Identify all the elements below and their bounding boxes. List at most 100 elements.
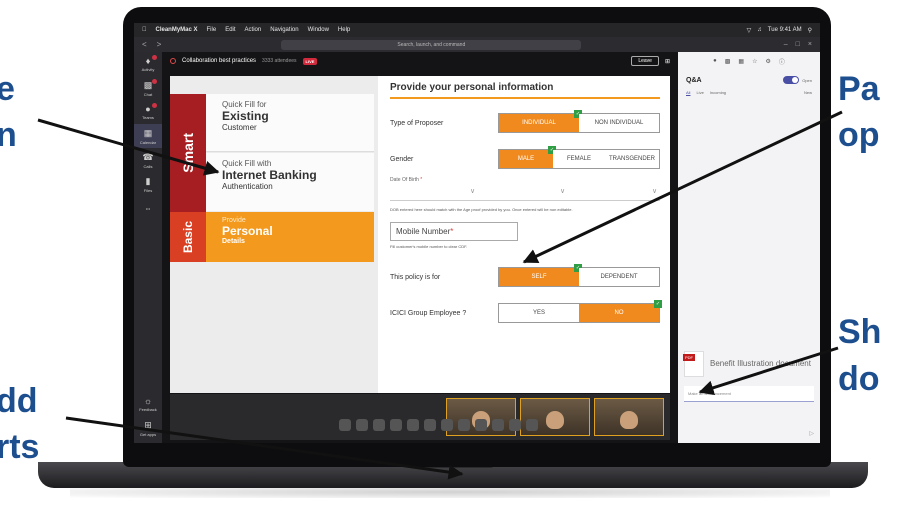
leave-button[interactable]: Leave: [631, 56, 659, 66]
rail-label: Calendar: [139, 139, 157, 145]
app-rail: ♦ Activity ▩ Chat ● Teams ▦ Calendar ☎ Calls …: [134, 52, 162, 443]
dock-app-icon[interactable]: [491, 419, 504, 431]
smart-strip: Smart: [170, 94, 206, 212]
spotlight-icon[interactable]: ⚲: [808, 27, 812, 34]
back-button[interactable]: <: [142, 40, 147, 49]
forward-button[interactable]: >: [157, 40, 162, 49]
minimize-button[interactable]: –: [784, 41, 788, 48]
provide-small: Provide: [222, 217, 246, 224]
new-button[interactable]: New: [804, 90, 812, 95]
employee-toggle: YES NO: [498, 300, 662, 323]
menu-help[interactable]: Help: [338, 27, 350, 33]
date-of-birth-field[interactable]: Date Of Birth * ∨ ∨ ∨: [390, 177, 660, 201]
menu-action[interactable]: Action: [245, 27, 262, 33]
info-icon[interactable]: ⓘ: [779, 57, 785, 66]
qa-open-toggle[interactable]: [783, 76, 800, 84]
notification-badge: [152, 79, 157, 84]
notification-badge: [152, 55, 157, 60]
wifi-icon[interactable]: ▽: [747, 27, 752, 34]
callout-text: Pa: [838, 70, 880, 108]
send-icon[interactable]: ▷: [809, 430, 814, 437]
menubar-clock[interactable]: Tue 9:41 AM: [768, 27, 802, 33]
phone-icon: ☎: [142, 151, 154, 162]
chat-icon[interactable]: ▩: [725, 58, 731, 65]
tab-live[interactable]: Live: [696, 90, 703, 95]
teams-icon: ●: [145, 104, 151, 114]
rail-activity[interactable]: ♦ Activity: [134, 52, 162, 76]
dob-note: DOB entered here should match with the A…: [390, 207, 573, 212]
dock-app-icon[interactable]: [525, 419, 538, 431]
female-option[interactable]: FEMALE: [553, 150, 605, 168]
volume-icon[interactable]: ♫: [757, 27, 762, 33]
dependent-option[interactable]: DEPENDENT: [579, 268, 659, 286]
app-titlebar: < > Search, launch, and command – □ ×: [134, 37, 820, 52]
dock-app-icon[interactable]: [474, 419, 487, 431]
dock-app-icon[interactable]: [389, 419, 402, 431]
rail-teams[interactable]: ● Teams: [134, 100, 162, 124]
apps-icon: ⊞: [144, 419, 152, 430]
dock-app-icon[interactable]: [423, 419, 436, 431]
rail-chat[interactable]: ▩ Chat: [134, 76, 162, 100]
rail-feedback[interactable]: ☼ Feedback: [134, 392, 162, 416]
menu-file[interactable]: File: [207, 27, 217, 33]
maximize-button[interactable]: □: [796, 41, 800, 48]
dock-app-icon[interactable]: [508, 419, 521, 431]
shared-document[interactable]: Benefit Illustration document: [683, 348, 814, 380]
proposer-label: Type of Proposer: [390, 119, 444, 127]
dock-app-icon[interactable]: [440, 419, 453, 431]
menubar-status: ▽ ♫ Tue 9:41 AM ⚲: [747, 27, 812, 34]
shared-screen: Smart Quick Fill for Existing Customer Q…: [170, 76, 670, 393]
rail-more[interactable]: •••: [134, 196, 162, 220]
qa-open-label: Open: [802, 77, 812, 83]
rail-label: Chat: [143, 91, 153, 97]
participants-icon[interactable]: ●: [713, 58, 717, 64]
close-button[interactable]: ×: [808, 41, 812, 48]
laptop-screen:  CleanMyMac X File Edit Action Navigati…: [134, 23, 820, 443]
tab-all[interactable]: All: [686, 90, 690, 95]
qa-title: Q&A: [686, 76, 702, 84]
rail-get-apps[interactable]: ⊞ Get apps: [134, 416, 162, 440]
menu-navigation[interactable]: Navigation: [270, 27, 298, 33]
male-option[interactable]: MALE: [499, 146, 556, 168]
search-input[interactable]: Search, launch, and command: [281, 39, 582, 50]
provide-personal-details[interactable]: Provide Personal Details: [206, 212, 374, 262]
callout-text: rts: [0, 428, 40, 466]
yes-option[interactable]: YES: [499, 304, 579, 322]
dock-app-icon[interactable]: [338, 419, 351, 431]
quickfill-small: Quick Fill with: [222, 159, 272, 168]
quickfill-internet-banking[interactable]: Quick Fill with Internet Banking Authent…: [206, 153, 374, 211]
basic-strip: Basic: [170, 212, 206, 262]
qa-icon[interactable]: ▦: [738, 58, 744, 65]
settings-icon[interactable]: ⚙: [765, 58, 770, 65]
employee-row: ICICI Group Employee ? YES NO: [390, 300, 662, 323]
callout-text: dd: [0, 382, 38, 420]
no-option[interactable]: NO: [579, 300, 662, 322]
dock-app-icon[interactable]: [355, 419, 368, 431]
dock-app-icon[interactable]: [457, 419, 470, 431]
calendar-icon: ▦: [143, 127, 153, 138]
transgender-option[interactable]: TRANSGENDER: [605, 150, 659, 168]
rail-files[interactable]: ▮ Files: [134, 172, 162, 196]
chevron-down-icon[interactable]: ∨: [470, 187, 475, 195]
mobile-number-field[interactable]: Mobile Number*: [390, 222, 518, 241]
reactions-icon[interactable]: ☆: [752, 58, 757, 65]
pdf-icon: [683, 351, 704, 377]
layout-icon[interactable]: ⊞: [665, 58, 670, 65]
chevron-down-icon[interactable]: ∨: [560, 187, 565, 195]
chevron-down-icon[interactable]: ∨: [652, 187, 657, 195]
dock-app-icon[interactable]: [372, 419, 385, 431]
rail-calls[interactable]: ☎ Calls: [134, 148, 162, 172]
announcement-input[interactable]: Make an announcement: [684, 386, 814, 402]
menu-edit[interactable]: Edit: [225, 27, 235, 33]
menubar-app-name[interactable]: CleanMyMac X: [156, 27, 198, 33]
tab-incoming[interactable]: Incoming: [710, 90, 726, 95]
apple-icon[interactable]: : [142, 27, 147, 33]
non-individual-option[interactable]: NON INDIVIDUAL: [579, 114, 659, 132]
rail-calendar[interactable]: ▦ Calendar: [134, 124, 162, 148]
individual-option[interactable]: INDIVIDUAL: [499, 110, 582, 132]
policy-toggle: SELF DEPENDENT: [498, 264, 660, 287]
dock-app-icon[interactable]: [406, 419, 419, 431]
self-option[interactable]: SELF: [499, 264, 582, 286]
menu-window[interactable]: Window: [308, 27, 329, 33]
quickfill-existing-customer[interactable]: Quick Fill for Existing Customer: [206, 94, 374, 152]
